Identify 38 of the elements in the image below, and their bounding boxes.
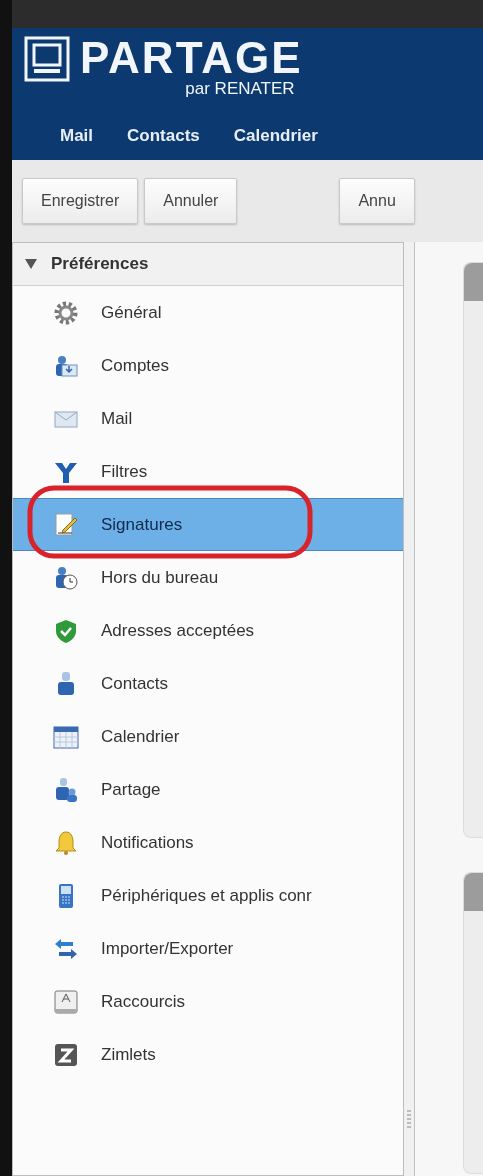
calendar-icon	[53, 723, 79, 750]
sidebar-item[interactable]: Filtres	[13, 445, 403, 498]
sidebar-item[interactable]: Signatures	[13, 498, 403, 551]
shield-check-icon	[53, 617, 79, 644]
panel-header	[464, 263, 483, 301]
gear-icon	[53, 299, 79, 326]
sidebar-item[interactable]: Notifications	[13, 816, 403, 869]
sidebar-item[interactable]: Raccourcis	[13, 975, 403, 1028]
sidebar-item[interactable]: Mail	[13, 392, 403, 445]
toolbar-button[interactable]: Annuler	[144, 178, 238, 224]
bell-icon	[53, 829, 79, 856]
splitter-grip-icon[interactable]	[407, 1109, 411, 1129]
toolbar-button[interactable]: Annu	[339, 178, 415, 224]
logo-text: PARTAGE	[80, 36, 303, 80]
sidebar-item[interactable]: Contacts	[13, 657, 403, 710]
sidebar-item[interactable]: Adresses acceptées	[13, 604, 403, 657]
collapse-triangle-icon[interactable]	[25, 259, 37, 269]
sidebar-item[interactable]: Importer/Exporter	[13, 922, 403, 975]
sidebar-item[interactable]: Zimlets	[13, 1028, 403, 1081]
logo-icon	[24, 36, 70, 82]
logo-subtitle: par RENATER	[185, 80, 295, 98]
sidebar-item[interactable]: Calendrier	[13, 710, 403, 763]
signature-icon	[53, 511, 79, 538]
key-icon	[53, 988, 79, 1015]
sidebar-item[interactable]: Partage	[13, 763, 403, 816]
toolbar-button[interactable]: Enregistrer	[22, 178, 139, 224]
nav-tab[interactable]: Calendrier	[223, 118, 342, 154]
nav-tab[interactable]: Mail	[50, 118, 118, 154]
sidebar-title: Préférences	[51, 254, 149, 274]
person-clock-icon	[53, 564, 79, 591]
panel-header	[464, 873, 483, 911]
sidebar-item[interactable]: Hors du bureau	[13, 551, 403, 604]
sidebar-item[interactable]: Général	[13, 286, 403, 339]
people-icon	[53, 776, 79, 803]
sidebar-item[interactable]: Comptes	[13, 339, 403, 392]
zimlet-icon	[53, 1041, 79, 1068]
sidebar-item[interactable]: Périphériques et applis conr	[13, 869, 403, 922]
nav-tab[interactable]: Contacts	[117, 118, 224, 154]
